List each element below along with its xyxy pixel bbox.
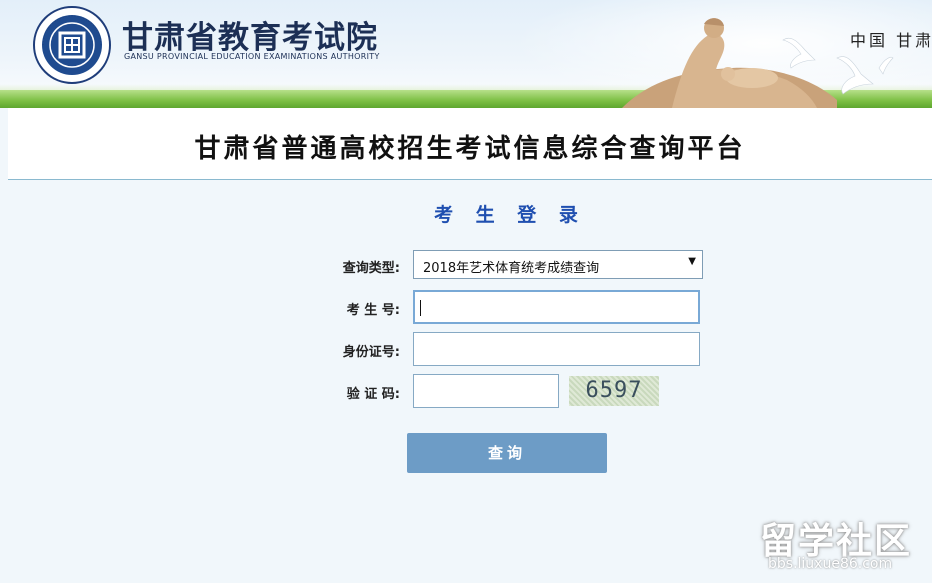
captcha-label: 验 证 码: bbox=[346, 387, 400, 402]
candidate-no-input[interactable] bbox=[413, 290, 700, 324]
top-right-region-text: 中国 甘肃 bbox=[850, 31, 932, 50]
dropdown-arrow-icon: ▼ bbox=[688, 256, 696, 267]
query-type-label: 查询类型: bbox=[342, 261, 400, 276]
exam-authority-seal-icon bbox=[33, 6, 111, 84]
watermark-url: bbs.liuxue86.com bbox=[768, 556, 893, 572]
query-type-selected-value: 2018年艺术体育统考成绩查询 bbox=[423, 261, 600, 276]
login-heading: 考 生 登 录 bbox=[434, 204, 586, 226]
text-cursor bbox=[420, 300, 421, 316]
id-number-label: 身份证号: bbox=[342, 345, 400, 360]
platform-title: 甘肃省普通高校招生考试信息综合查询平台 bbox=[194, 134, 746, 164]
query-type-select[interactable]: 2018年艺术体育统考成绩查询 ▼ bbox=[413, 250, 703, 279]
candidate-no-label: 考 生 号: bbox=[346, 303, 400, 318]
org-name-cn: 甘肃省教育考试院 bbox=[122, 20, 378, 56]
org-name-en: GANSU PROVINCIAL EDUCATION EXAMINATIONS … bbox=[124, 52, 380, 61]
query-button[interactable]: 查询 bbox=[407, 433, 607, 473]
captcha-image[interactable]: 6597 bbox=[569, 376, 659, 406]
id-number-input[interactable] bbox=[413, 332, 700, 366]
title-strip: 甘肃省普通高校招生考试信息综合查询平台 bbox=[8, 108, 932, 180]
header-banner: 甘肃省教育考试院 GANSU PROVINCIAL EDUCATION EXAM… bbox=[0, 0, 932, 108]
captcha-input[interactable] bbox=[413, 374, 559, 408]
